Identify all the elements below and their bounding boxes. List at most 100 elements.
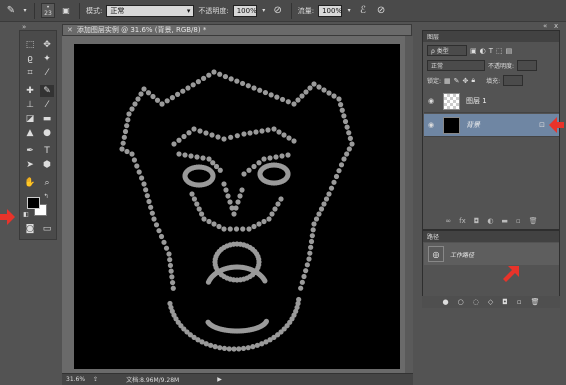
- gradient-tool-icon[interactable]: ▬: [40, 113, 54, 125]
- dog-dotted-artwork: [119, 69, 355, 352]
- chevron-right-icon[interactable]: ▶: [217, 376, 222, 383]
- type-tool-icon[interactable]: T: [40, 145, 54, 157]
- tools-panel: ⬚ ✥ ϱ ✦ ⌗ ⁄ ✚ ✎ ⊥ ⁄ ◪ ▬ ▲ ● ✒ T ➤ ⬢ ✋ ⌕ …: [19, 30, 57, 240]
- mask-icon[interactable]: ◘: [474, 217, 480, 227]
- eye-icon[interactable]: ◉: [428, 121, 437, 129]
- folder-icon[interactable]: ▬: [501, 217, 508, 227]
- adjustment-icon[interactable]: ◐: [487, 217, 493, 227]
- move-tool-icon[interactable]: ✥: [40, 39, 54, 51]
- lock-brush-icon[interactable]: ✎: [454, 77, 460, 85]
- mode-select[interactable]: 正常 ▾: [106, 4, 195, 17]
- dodge-tool-icon[interactable]: ●: [40, 127, 54, 139]
- chevron-down-icon[interactable]: ▾: [22, 4, 28, 18]
- history-brush-tool-icon[interactable]: ⁄: [40, 99, 54, 111]
- layer-row[interactable]: ◉ 图层 1: [424, 90, 559, 113]
- fill-field[interactable]: [503, 75, 524, 86]
- swap-colors-icon[interactable]: ↰: [42, 191, 50, 203]
- link-icon[interactable]: ∞: [445, 217, 451, 227]
- marquee-tool-icon[interactable]: ⬚: [23, 39, 37, 51]
- opacity-label: 不透明度:: [198, 6, 229, 15]
- load-selection-icon[interactable]: ◌: [473, 298, 479, 306]
- layer-row-selected[interactable]: ◉ 背景 ⊡: [424, 114, 559, 137]
- layer-filter-value: ρ 类型: [431, 48, 449, 55]
- path-name: 工作路径: [450, 251, 475, 259]
- layer-filter-select[interactable]: ρ 类型: [427, 45, 467, 56]
- layer-thumbnail: [443, 92, 460, 110]
- chevron-down-icon[interactable]: ▾: [261, 4, 267, 18]
- zoom-level[interactable]: 31.6%: [66, 376, 85, 383]
- eye-icon[interactable]: ◉: [428, 97, 437, 105]
- share-icon[interactable]: ⇪: [93, 376, 98, 383]
- add-mask-icon[interactable]: ◘: [502, 298, 508, 306]
- airbrush-icon[interactable]: ℰ: [356, 4, 370, 18]
- layer-name: 图层 1: [466, 97, 487, 105]
- lock-transparent-icon[interactable]: ▦: [444, 77, 451, 85]
- mode-label: 模式:: [86, 6, 103, 15]
- paths-tab[interactable]: 路径: [423, 231, 559, 242]
- vertical-scrollbar[interactable]: [405, 36, 413, 373]
- magic-wand-tool-icon[interactable]: ✦: [40, 53, 54, 65]
- healing-brush-tool-icon[interactable]: ✚: [23, 85, 37, 97]
- brush-panel-icon[interactable]: ▣: [59, 4, 73, 18]
- zoom-tool-icon[interactable]: ⌕: [40, 177, 54, 189]
- mode-value: 正常: [110, 6, 125, 15]
- lock-move-icon[interactable]: ✥: [463, 77, 469, 85]
- pressure-opacity-icon[interactable]: ⊘: [271, 4, 285, 18]
- clone-stamp-tool-icon[interactable]: ⊥: [23, 99, 37, 111]
- brush-size-picker[interactable]: • 23: [41, 3, 55, 18]
- eraser-tool-icon[interactable]: ◪: [23, 113, 37, 125]
- document-canvas[interactable]: [74, 44, 400, 369]
- flow-field[interactable]: 100%: [318, 4, 342, 17]
- shape-tool-icon[interactable]: ⬢: [40, 159, 54, 171]
- path-selection-tool-icon[interactable]: ➤: [23, 159, 37, 171]
- layers-footer: ∞ fx ◘ ◐ ▬ ▫ 🗑︎: [424, 217, 559, 227]
- trash-icon[interactable]: 🗑︎: [529, 217, 538, 227]
- blend-mode-value: 正常: [431, 63, 444, 70]
- new-path-icon[interactable]: ▫: [517, 298, 522, 306]
- quick-mask-icon[interactable]: ◙: [23, 223, 37, 235]
- crop-tool-icon[interactable]: ⌗: [23, 67, 37, 79]
- default-colors-icon[interactable]: ◧: [22, 209, 30, 221]
- document-tab[interactable]: ✕ 添加图层实例 @ 31.6% (背景, RGB/8) *: [62, 24, 412, 36]
- close-icon[interactable]: x: [554, 22, 558, 30]
- blur-tool-icon[interactable]: ▲: [23, 127, 37, 139]
- lock-icon: ⊡: [539, 121, 545, 129]
- fill-label: 填充:: [486, 78, 501, 85]
- lock-all-icon[interactable]: 🔒︎: [471, 76, 475, 85]
- opacity-label: 不透明度:: [488, 63, 515, 70]
- path-row[interactable]: ◎ 工作路径: [424, 243, 559, 265]
- filter-pixel-icon[interactable]: ▣: [470, 47, 477, 55]
- filter-adjust-icon[interactable]: ◐: [480, 47, 486, 55]
- brush-size-value: 23: [44, 9, 52, 17]
- filter-shape-icon[interactable]: ⬚: [496, 47, 503, 55]
- filter-type-icon[interactable]: T: [489, 47, 493, 55]
- fill-path-icon[interactable]: ●: [443, 298, 449, 306]
- opacity-field[interactable]: 100%: [232, 4, 257, 17]
- layer-opacity-field[interactable]: [517, 60, 538, 71]
- lasso-tool-icon[interactable]: ϱ: [23, 53, 37, 65]
- brush-tool-icon[interactable]: ✎: [40, 85, 54, 97]
- path-thumbnail: ◎: [428, 246, 444, 262]
- document-size: 文档:8.96M/9.28M: [126, 377, 180, 384]
- fx-icon[interactable]: fx: [459, 217, 466, 227]
- blend-mode-select[interactable]: 正常: [427, 60, 485, 71]
- layers-tab[interactable]: 图层: [423, 31, 559, 42]
- chevron-down-icon[interactable]: ▾: [346, 4, 352, 18]
- make-work-path-icon[interactable]: ◇: [488, 298, 493, 306]
- new-layer-icon[interactable]: ▫: [516, 217, 521, 227]
- collapse-arrows-icon[interactable]: «: [543, 22, 547, 30]
- hand-tool-icon[interactable]: ✋: [23, 177, 37, 189]
- pressure-size-icon[interactable]: ⊘: [374, 4, 388, 18]
- foreground-color-swatch[interactable]: [27, 197, 40, 209]
- close-icon[interactable]: ✕: [67, 26, 73, 34]
- options-bar: ✎ ▾ • 23 ▣ 模式: 正常 ▾ 不透明度: 100% ▾ ⊘ 流量: 1…: [0, 0, 566, 22]
- stroke-path-icon[interactable]: ○: [458, 298, 464, 306]
- eyedropper-tool-icon[interactable]: ⁄: [40, 67, 54, 79]
- filter-smart-icon[interactable]: ▤: [506, 47, 513, 55]
- annotation-arrow-left: [549, 117, 564, 133]
- pen-tool-icon[interactable]: ✒: [23, 145, 37, 157]
- status-bar: 31.6% ⇪ 文档:8.96M/9.28M ▶: [62, 373, 413, 385]
- trash-icon[interactable]: 🗑︎: [531, 298, 540, 306]
- brush-tool-icon[interactable]: ✎: [4, 4, 18, 18]
- screen-mode-icon[interactable]: ▭: [40, 223, 54, 235]
